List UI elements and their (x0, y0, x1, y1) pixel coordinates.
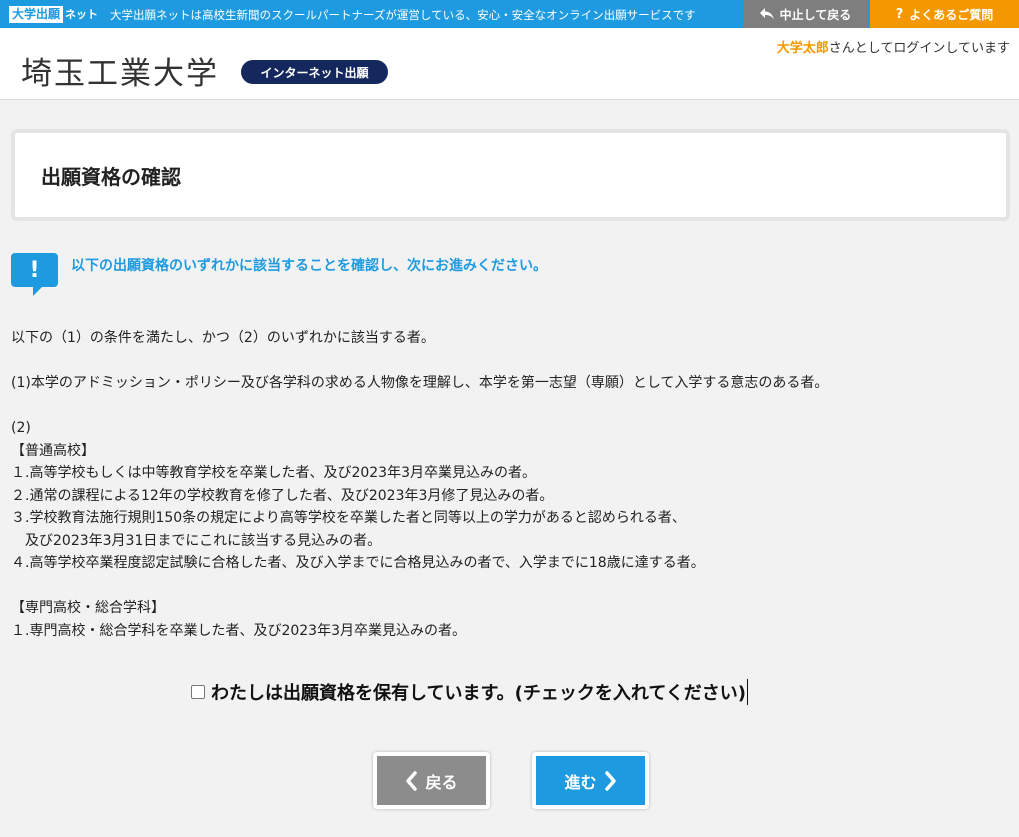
next-button-label: 進む (564, 772, 597, 792)
internet-application-badge: インターネット出願 (241, 60, 388, 84)
university-name: 埼玉工業大学 (21, 56, 219, 92)
list-item: ４.高等学校卒業程度認定試験に合格した者、及び入学までに合格見込みの者で、入学ま… (11, 555, 705, 571)
qualification-text: 以下の（1）の条件を満たし、かつ（2）のいずれかに該当する者。 (1)本学のアド… (11, 327, 1001, 642)
qualification-agree-checkbox[interactable] (191, 685, 205, 699)
list-item: １.専門高校・総合学科を卒業した者、及び2023年3月卒業見込みの者。 (11, 622, 466, 639)
faq-button-label: よくあるご質問 (909, 7, 994, 22)
return-arrow-icon (759, 8, 774, 20)
exclamation-icon: ! (11, 253, 58, 296)
login-status-suffix: さんとしてログインしています (828, 41, 1010, 56)
qualification-agree-checkbox-row[interactable]: わたしは出願資格を保有しています。(チェックを入れてください) (191, 679, 749, 705)
service-logo[interactable]: 大学出願 ネット (9, 5, 98, 23)
back-button[interactable]: 戻る (373, 752, 490, 809)
back-button-label: 戻る (425, 772, 458, 792)
question-icon: ? (895, 6, 904, 22)
page-title: 出願資格の確認 (41, 165, 181, 189)
top-bar: 大学出願 ネット 大学出願ネットは高校生新聞のスクールパートナーズが運営している… (0, 0, 1019, 28)
login-status: 大学太郎さんとしてログインしています (777, 37, 1010, 56)
chevron-left-icon (406, 770, 418, 791)
stop-and-return-button[interactable]: 中止して戻る (743, 0, 867, 28)
chevron-right-icon (604, 770, 616, 791)
qualification-intro: 以下の（1）の条件を満たし、かつ（2）のいずれかに該当する者。 (11, 330, 435, 346)
service-description: 大学出願ネットは高校生新聞のスクールパートナーズが運営している、安心・安全なオン… (110, 8, 696, 22)
section-general-heading: 【普通高校】 (11, 442, 95, 459)
next-button[interactable]: 進む (532, 752, 649, 809)
condition-2-label: (2) (11, 420, 31, 436)
section-special-heading: 【専門高校・総合学科】 (11, 600, 165, 616)
list-item: １.高等学校もしくは中等教育学校を卒業した者、及び2023年3月卒業見込みの者。 (11, 465, 536, 481)
title-card: 出願資格の確認 (11, 129, 1010, 221)
login-user-name: 大学太郎 (776, 41, 829, 56)
page-header: 埼玉工業大学 インターネット出願 大学太郎さんとしてログインしています (0, 28, 1019, 100)
list-item-continuation: 及び2023年3月31日までにこれに該当する見込みの者。 (11, 532, 382, 549)
condition-1: (1)本学のアドミッション・ポリシー及び各学科の求める人物像を理解し、本学を第一… (11, 375, 829, 391)
faq-button[interactable]: ? よくあるご質問 (870, 0, 1019, 28)
logo-suffix: ネット (65, 8, 99, 21)
list-item: ３.学校教育法施行規則150条の規定により高等学校を卒業した者と同等以上の学力が… (11, 510, 686, 526)
qualification-agree-label[interactable]: わたしは出願資格を保有しています。(チェックを入れてください) (211, 679, 749, 705)
notice-message: 以下の出願資格のいずれかに該当することを確認し、次にお進みください。 (71, 258, 547, 274)
logo-box: 大学出願 (9, 5, 64, 23)
list-item: ２.通常の課程による12年の学校教育を修了した者、及び2023年3月修了見込みの… (11, 487, 554, 504)
stop-button-label: 中止して戻る (779, 7, 852, 22)
